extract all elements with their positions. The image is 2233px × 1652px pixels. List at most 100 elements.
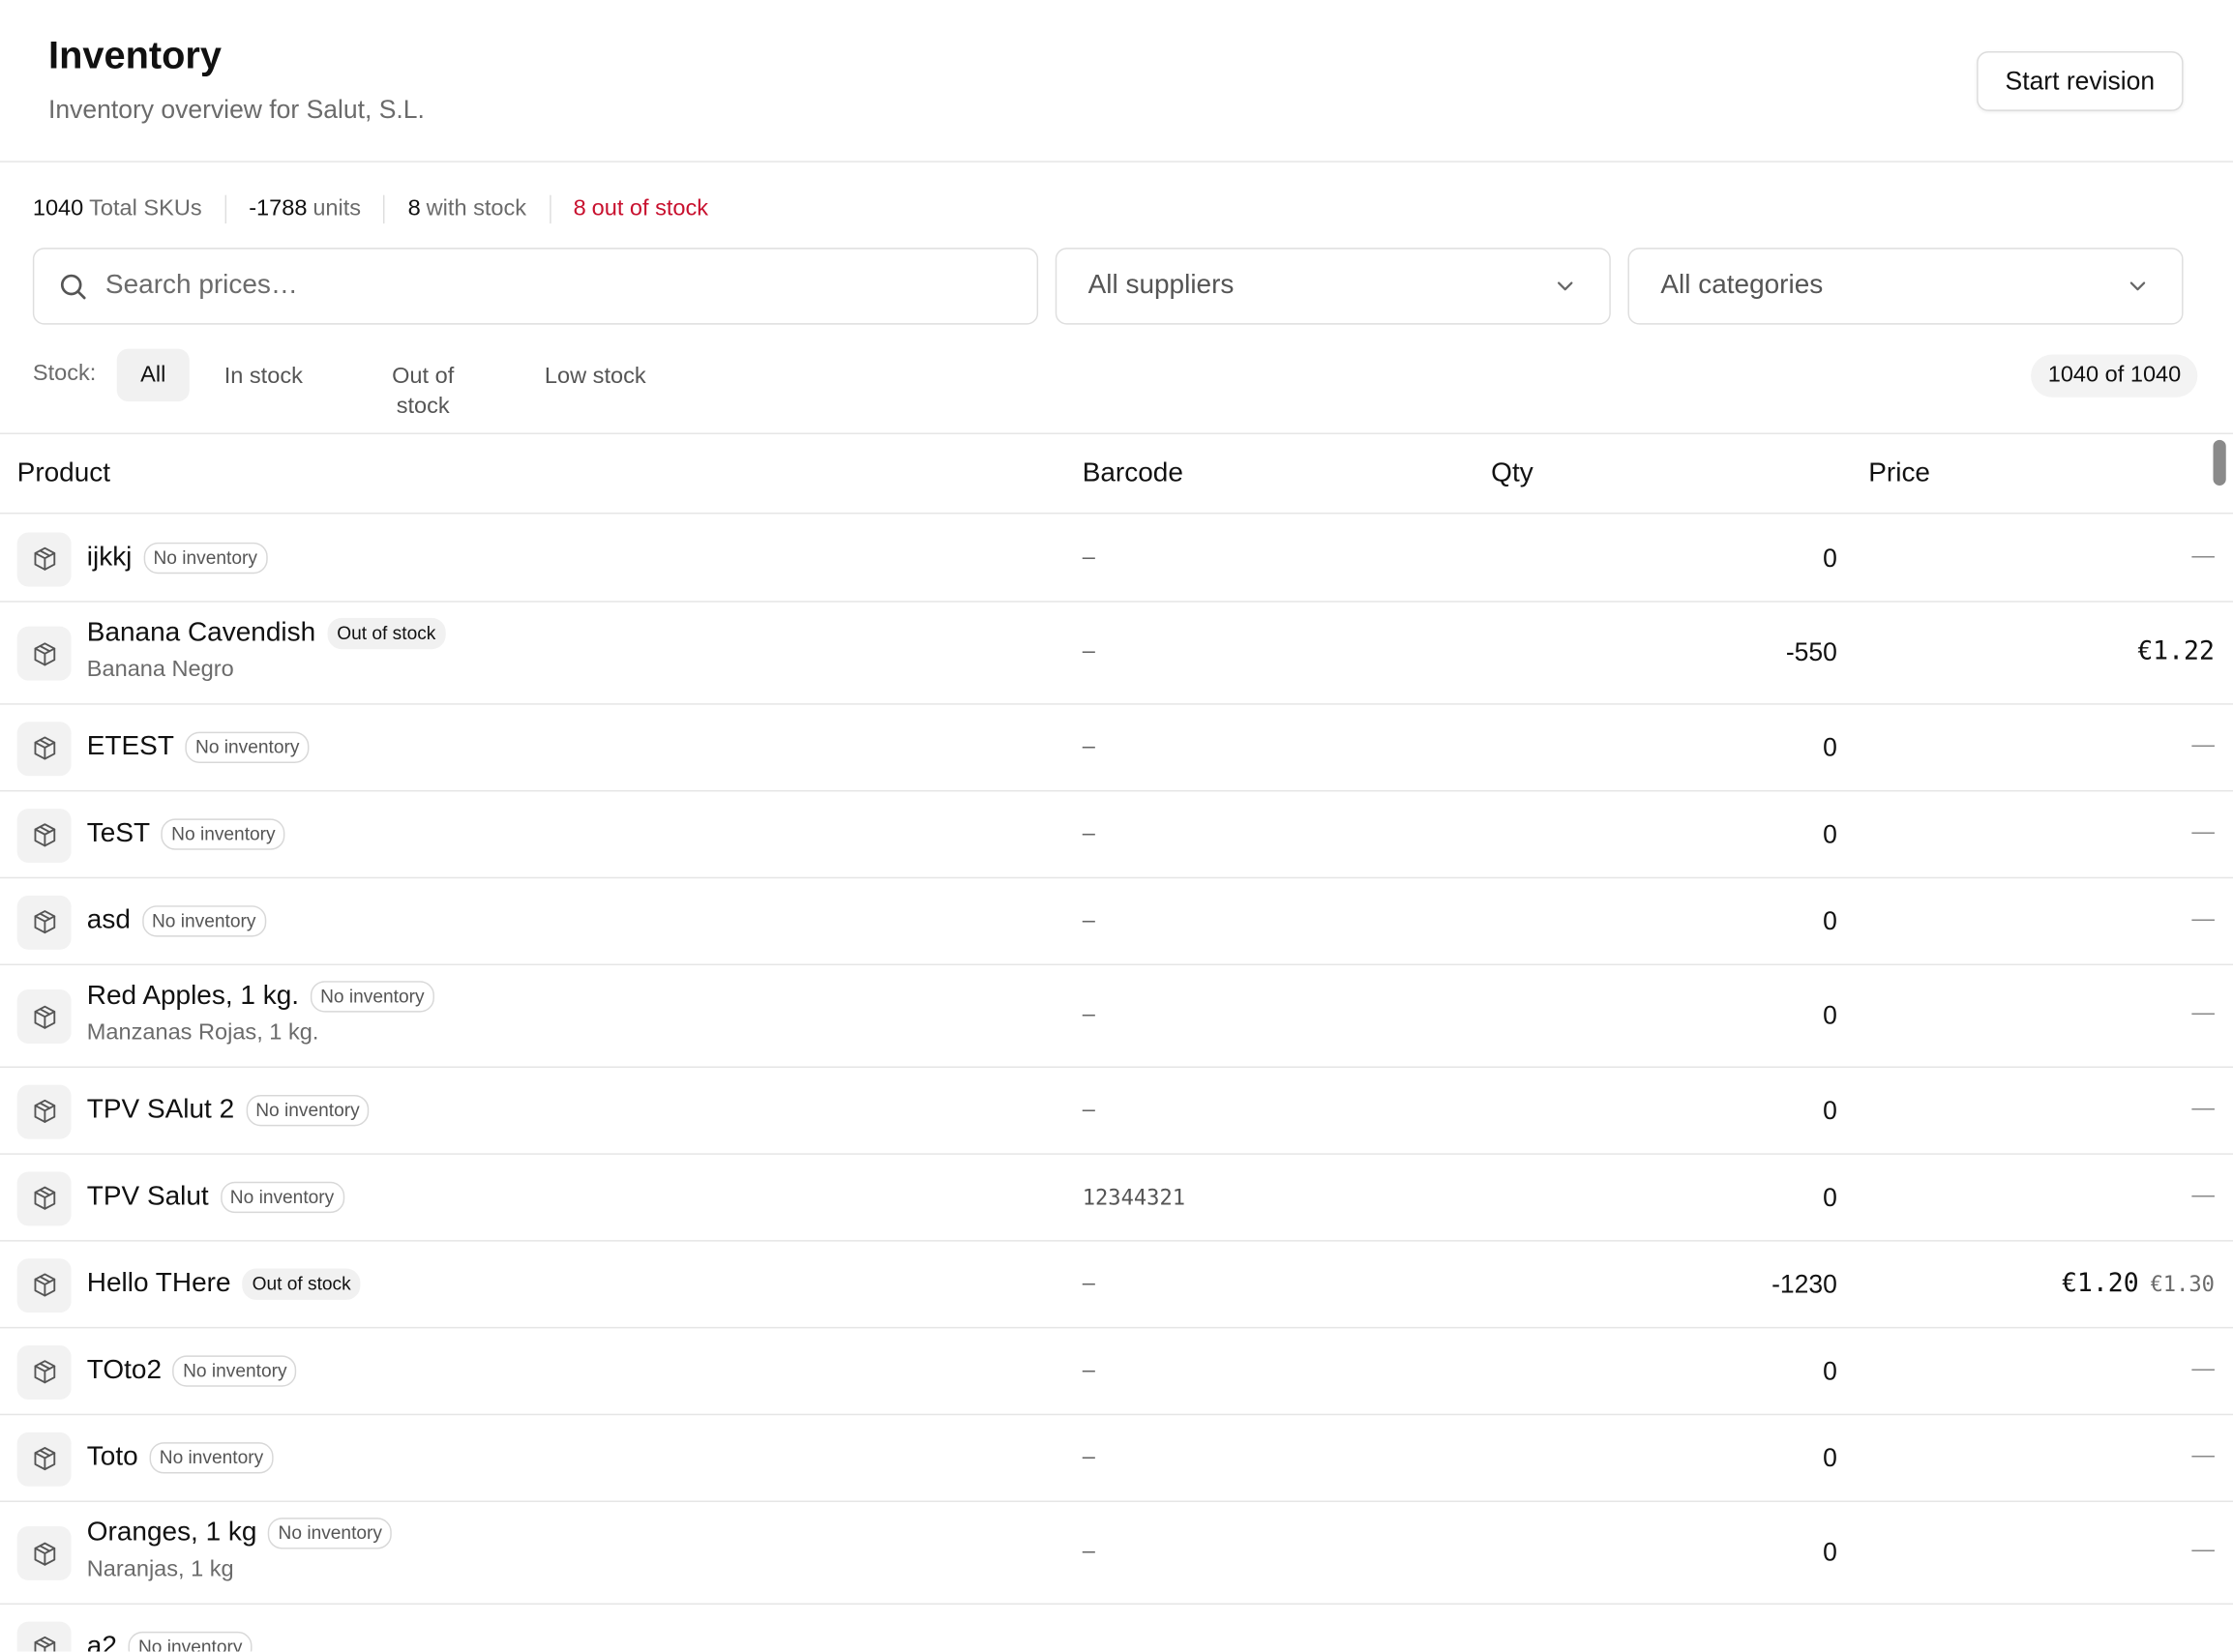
status-badge: No inventory: [172, 1354, 297, 1386]
stat-label: out of stock: [591, 196, 709, 221]
qty-cell: 0: [1823, 1442, 1837, 1472]
stat-label: with stock: [426, 196, 527, 221]
table-row[interactable]: asd No inventory – 0 —: [0, 878, 2233, 966]
product-subtitle: Banana Negro: [86, 658, 234, 683]
barcode-cell: –: [1082, 1357, 1095, 1382]
package-icon: [16, 808, 72, 863]
stat-item: 8 with stock: [408, 196, 526, 221]
product-name-line: ETEST No inventory: [87, 730, 310, 763]
barcode-cell: –: [1082, 545, 1095, 570]
empty-price: —: [2191, 1095, 2215, 1120]
price-value: €1.22: [2137, 635, 2215, 666]
search-box[interactable]: [32, 248, 1039, 325]
empty-price: —: [2191, 1356, 2215, 1381]
chip-in-stock[interactable]: In stock: [211, 362, 316, 392]
table-row[interactable]: ETEST No inventory – 0 —: [0, 705, 2233, 792]
column-header-qty[interactable]: Qty: [1491, 458, 1533, 489]
table-row[interactable]: Hello THere Out of stock – -1230 €1.20 €1.30: [0, 1242, 2233, 1329]
chip-out-of-stock[interactable]: Out of stock: [373, 362, 473, 422]
results-count-badge: 1040 of 1040: [2031, 354, 2198, 398]
empty-price: —: [2191, 1442, 2215, 1467]
qty-cell: 0: [1823, 819, 1837, 848]
scrollbar-thumb[interactable]: [2213, 439, 2226, 486]
empty-price: —: [2191, 819, 2215, 844]
barcode-cell: –: [1082, 1444, 1095, 1469]
barcode-cell: –: [1082, 1270, 1095, 1295]
table-row[interactable]: TPV SAlut 2 No inventory – 0 —: [0, 1068, 2233, 1155]
price-cell: —: [2191, 1356, 2215, 1381]
category-select-value: All categories: [1660, 270, 1824, 301]
table-row[interactable]: a2 No inventory: [0, 1605, 2233, 1652]
chip-low-stock[interactable]: Low stock: [530, 362, 661, 392]
table-row[interactable]: Toto No inventory – 0 —: [0, 1415, 2233, 1502]
inventory-page: Inventory Inventory overview for Salut, …: [0, 0, 2233, 1652]
product-name[interactable]: TPV SAlut 2: [87, 1094, 234, 1125]
status-badge: No inventory: [143, 542, 268, 574]
stat-divider: [224, 194, 226, 224]
status-badge: No inventory: [220, 1181, 344, 1213]
table-row[interactable]: TeST No inventory – 0 —: [0, 791, 2233, 879]
price-cell: —: [2191, 906, 2215, 931]
category-select[interactable]: All categories: [1627, 248, 2184, 325]
product-name-line: Toto No inventory: [87, 1441, 274, 1473]
status-badge: No inventory: [310, 981, 434, 1013]
chip-all[interactable]: All: [116, 348, 190, 402]
product-name[interactable]: a2: [87, 1631, 117, 1651]
price-cell: €1.20 €1.30: [2062, 1268, 2215, 1298]
product-name[interactable]: Toto: [87, 1441, 138, 1472]
page-title: Inventory: [48, 34, 222, 77]
table-row[interactable]: ijkkj No inventory – 0 —: [0, 516, 2233, 603]
package-icon: [16, 1170, 72, 1225]
status-badge: No inventory: [185, 730, 310, 763]
search-input[interactable]: [104, 270, 961, 303]
stat-item: 8 out of stock: [574, 196, 708, 221]
status-badge: No inventory: [245, 1094, 370, 1126]
product-name[interactable]: ETEST: [87, 731, 174, 762]
stat-value: 8: [407, 196, 421, 221]
column-header-product[interactable]: Product: [17, 458, 110, 489]
qty-cell: 0: [1823, 905, 1837, 935]
product-name[interactable]: Banana Cavendish: [87, 618, 315, 649]
product-name[interactable]: TPV Salut: [87, 1181, 209, 1212]
price-cell: —: [2191, 1538, 2215, 1563]
table-row[interactable]: TOto2 No inventory – 0 —: [0, 1328, 2233, 1416]
product-name[interactable]: ijkkj: [87, 542, 133, 573]
stat-divider: [383, 194, 386, 224]
product-name-line: Red Apples, 1 kg. No inventory: [87, 981, 434, 1013]
barcode-cell: –: [1082, 1539, 1095, 1564]
product-name-line: TOto2 No inventory: [87, 1354, 297, 1386]
qty-cell: 0: [1823, 543, 1837, 573]
package-icon: [16, 721, 72, 776]
price-cell: —: [2191, 1443, 2215, 1468]
table-row[interactable]: Oranges, 1 kg No inventory Naranjas, 1 kg –…: [0, 1502, 2233, 1605]
start-revision-button[interactable]: Start revision: [1977, 50, 2184, 111]
table-row[interactable]: Red Apples, 1 kg. No inventory Manzanas Ro…: [0, 965, 2233, 1068]
package-icon: [16, 1257, 72, 1313]
column-header-price[interactable]: Price: [1868, 458, 1930, 489]
package-icon: [16, 1431, 72, 1487]
price-cell: €1.22: [2137, 636, 2215, 666]
table-row[interactable]: TPV Salut No inventory 12344321 0 —: [0, 1155, 2233, 1242]
stat-item: -1788 units: [249, 196, 361, 221]
product-name[interactable]: asd: [87, 904, 131, 935]
empty-price: —: [2191, 1182, 2215, 1207]
barcode-cell: –: [1082, 1002, 1095, 1027]
product-name[interactable]: Oranges, 1 kg: [87, 1518, 257, 1549]
stock-filter-label: Stock:: [32, 361, 97, 386]
table-row[interactable]: Banana Cavendish Out of stock Banana Negro…: [0, 603, 2233, 705]
package-icon: [16, 1620, 72, 1652]
product-name[interactable]: TOto2: [87, 1355, 162, 1386]
empty-price: —: [2191, 1000, 2215, 1025]
barcode-cell: –: [1082, 907, 1095, 932]
product-subtitle: Naranjas, 1 kg: [86, 1557, 234, 1582]
column-header-barcode[interactable]: Barcode: [1083, 458, 1183, 489]
product-name-line: ijkkj No inventory: [87, 542, 268, 574]
product-name[interactable]: TeST: [87, 818, 150, 849]
price-value: €1.20: [2061, 1267, 2139, 1298]
qty-cell: 0: [1823, 732, 1837, 761]
product-name[interactable]: Red Apples, 1 kg.: [87, 981, 299, 1012]
status-badge: Out of stock: [326, 617, 446, 650]
product-name[interactable]: Hello THere: [87, 1268, 231, 1299]
supplier-select[interactable]: All suppliers: [1055, 248, 1611, 325]
qty-cell: 0: [1823, 1182, 1837, 1211]
